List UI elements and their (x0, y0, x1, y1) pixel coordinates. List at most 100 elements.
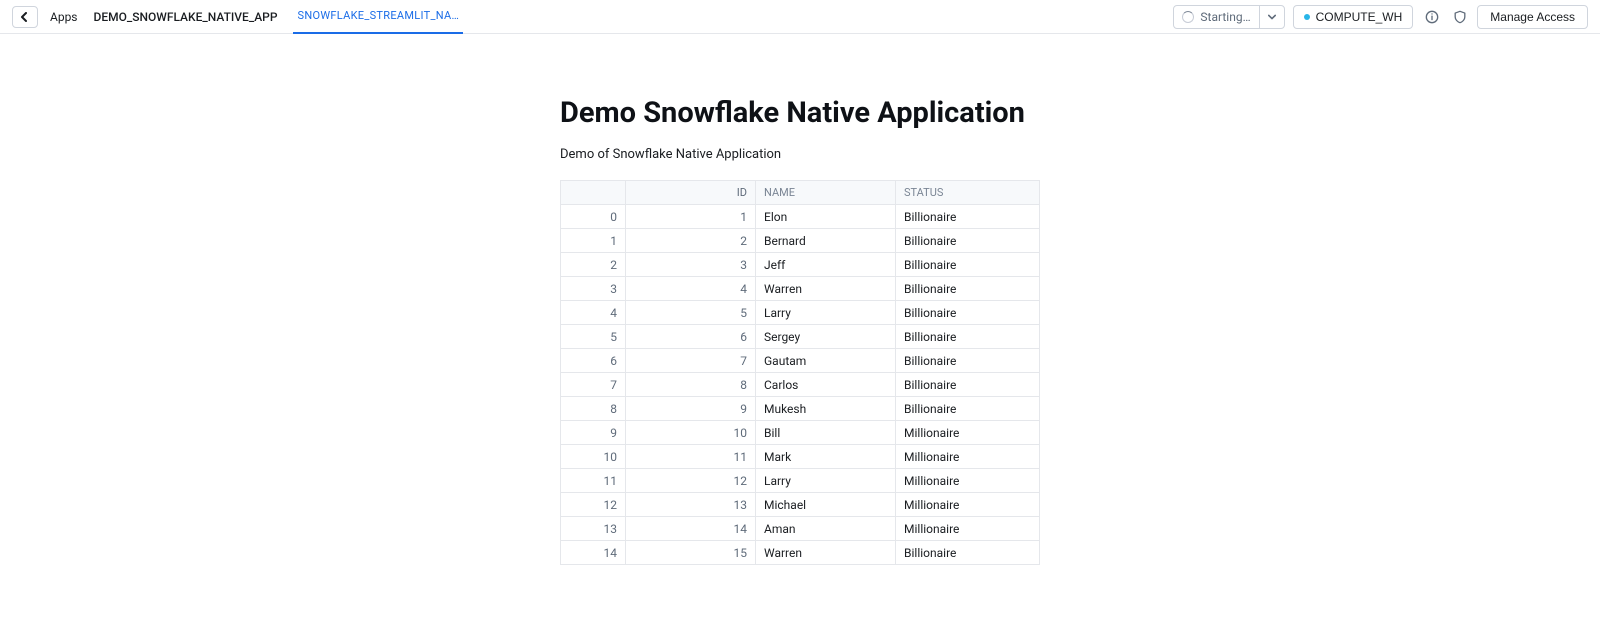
page-subtitle: Demo of Snowflake Native Application (560, 147, 1040, 162)
chevron-left-icon (20, 12, 30, 22)
table-row[interactable]: 1213MichaelMillionaire (561, 493, 1040, 517)
cell-name: Warren (756, 277, 896, 301)
cell-name: Larry (756, 469, 896, 493)
app-status-dropdown[interactable]: Starting… (1173, 5, 1284, 29)
cell-id: 13 (626, 493, 756, 517)
cell-index: 13 (561, 517, 626, 541)
table-row[interactable]: 67GautamBillionaire (561, 349, 1040, 373)
back-button[interactable] (12, 6, 38, 28)
cell-index: 3 (561, 277, 626, 301)
cell-index: 10 (561, 445, 626, 469)
cell-id: 14 (626, 517, 756, 541)
chevron-down-icon (1268, 13, 1276, 21)
status-dropdown-toggle[interactable] (1260, 13, 1284, 21)
cell-status: Billionaire (896, 205, 1040, 229)
cell-index: 0 (561, 205, 626, 229)
cell-status: Billionaire (896, 301, 1040, 325)
cell-status: Millionaire (896, 421, 1040, 445)
table-row[interactable]: 45LarryBillionaire (561, 301, 1040, 325)
cell-index: 4 (561, 301, 626, 325)
cell-index: 14 (561, 541, 626, 565)
cell-index: 7 (561, 373, 626, 397)
cell-id: 1 (626, 205, 756, 229)
cell-status: Billionaire (896, 541, 1040, 565)
cell-name: Larry (756, 301, 896, 325)
cell-id: 8 (626, 373, 756, 397)
page-title: Demo Snowflake Native Application (560, 96, 1040, 131)
cell-index: 6 (561, 349, 626, 373)
cell-id: 11 (626, 445, 756, 469)
table-row[interactable]: 1415WarrenBillionaire (561, 541, 1040, 565)
warehouse-name: COMPUTE_WH (1316, 10, 1403, 24)
breadcrumb-app-name[interactable]: DEMO_SNOWFLAKE_NATIVE_APP (94, 10, 278, 24)
tab-streamlit[interactable]: SNOWFLAKE_STREAMLIT_NA… (293, 0, 463, 34)
cell-id: 15 (626, 541, 756, 565)
cell-id: 12 (626, 469, 756, 493)
cell-id: 9 (626, 397, 756, 421)
cell-status: Billionaire (896, 325, 1040, 349)
table-row[interactable]: 56SergeyBillionaire (561, 325, 1040, 349)
cell-name: Bernard (756, 229, 896, 253)
cell-status: Millionaire (896, 493, 1040, 517)
cell-id: 7 (626, 349, 756, 373)
top-bar: Apps DEMO_SNOWFLAKE_NATIVE_APP SNOWFLAKE… (0, 0, 1600, 34)
main-content: Demo Snowflake Native Application Demo o… (560, 96, 1040, 565)
cell-index: 2 (561, 253, 626, 277)
cell-name: Gautam (756, 349, 896, 373)
cell-id: 4 (626, 277, 756, 301)
breadcrumb-apps[interactable]: Apps (50, 10, 78, 24)
cell-id: 6 (626, 325, 756, 349)
cell-name: Carlos (756, 373, 896, 397)
table-row[interactable]: 23JeffBillionaire (561, 253, 1040, 277)
cell-name: Elon (756, 205, 896, 229)
warehouse-selector[interactable]: COMPUTE_WH (1293, 5, 1414, 29)
table-row[interactable]: 1112LarryMillionaire (561, 469, 1040, 493)
cell-index: 8 (561, 397, 626, 421)
data-table[interactable]: ID NAME STATUS 01ElonBillionaire12Bernar… (560, 180, 1040, 565)
cell-status: Billionaire (896, 373, 1040, 397)
info-button[interactable] (1421, 6, 1443, 28)
table-row[interactable]: 910BillMillionaire (561, 421, 1040, 445)
table-row[interactable]: 78CarlosBillionaire (561, 373, 1040, 397)
cell-status: Billionaire (896, 349, 1040, 373)
cell-id: 3 (626, 253, 756, 277)
cell-index: 9 (561, 421, 626, 445)
table-row[interactable]: 1011MarkMillionaire (561, 445, 1040, 469)
cell-id: 2 (626, 229, 756, 253)
cell-status: Billionaire (896, 253, 1040, 277)
table-row[interactable]: 34WarrenBillionaire (561, 277, 1040, 301)
table-row[interactable]: 12BernardBillionaire (561, 229, 1040, 253)
col-status: STATUS (896, 181, 1040, 205)
cell-id: 10 (626, 421, 756, 445)
col-index (561, 181, 626, 205)
cell-status: Billionaire (896, 277, 1040, 301)
table-header-row: ID NAME STATUS (561, 181, 1040, 205)
cell-index: 11 (561, 469, 626, 493)
col-id: ID (626, 181, 756, 205)
cell-id: 5 (626, 301, 756, 325)
cell-status: Millionaire (896, 469, 1040, 493)
table-row[interactable]: 1314AmanMillionaire (561, 517, 1040, 541)
privileges-button[interactable] (1449, 6, 1471, 28)
cell-name: Aman (756, 517, 896, 541)
status-text: Starting… (1200, 10, 1250, 24)
cell-index: 1 (561, 229, 626, 253)
cell-status: Millionaire (896, 517, 1040, 541)
cell-status: Billionaire (896, 397, 1040, 421)
table-row[interactable]: 01ElonBillionaire (561, 205, 1040, 229)
cell-name: Sergey (756, 325, 896, 349)
cell-name: Mark (756, 445, 896, 469)
warehouse-status-dot-icon (1304, 14, 1310, 20)
cell-name: Jeff (756, 253, 896, 277)
info-icon (1425, 10, 1439, 24)
cell-status: Millionaire (896, 445, 1040, 469)
cell-index: 5 (561, 325, 626, 349)
shield-icon (1453, 10, 1467, 24)
cell-name: Warren (756, 541, 896, 565)
cell-name: Mukesh (756, 397, 896, 421)
cell-index: 12 (561, 493, 626, 517)
cell-name: Michael (756, 493, 896, 517)
manage-access-button[interactable]: Manage Access (1477, 5, 1588, 29)
table-row[interactable]: 89MukeshBillionaire (561, 397, 1040, 421)
app-status-label: Starting… (1174, 10, 1258, 24)
